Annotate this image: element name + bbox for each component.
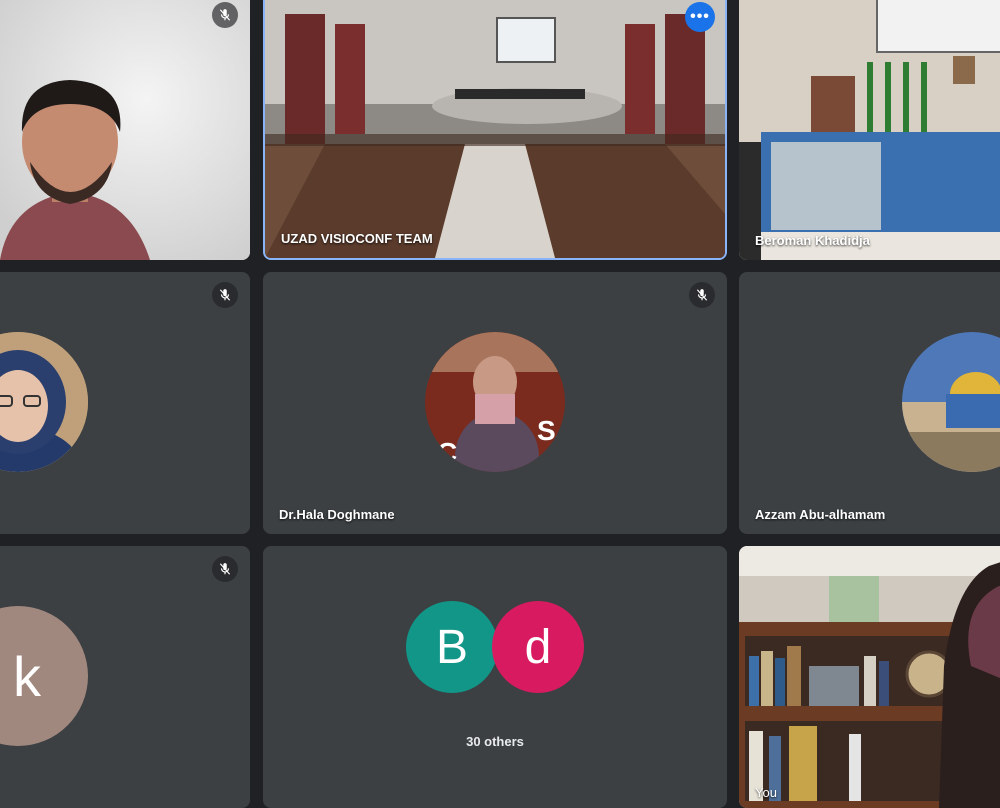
participant-name: You — [755, 785, 777, 800]
participant-tile-4[interactable] — [0, 272, 250, 534]
participant-name: Dr.Hala Doghmane — [279, 507, 395, 522]
avatar — [0, 332, 88, 472]
svg-text:S: S — [537, 415, 556, 446]
participant-video-1 — [0, 0, 250, 260]
participant-name: UZAD VISIOCONF TEAM — [281, 231, 433, 246]
others-count-label: 30 others — [466, 734, 524, 749]
avatar-others-d: d — [492, 601, 584, 693]
self-view-tile[interactable]: You — [739, 546, 1000, 808]
mic-off-icon — [212, 282, 238, 308]
participant-tile-2[interactable]: ••• UZAD VISIOCONF TEAM — [263, 0, 727, 260]
mic-off-icon — [212, 556, 238, 582]
participant-name: Beroman Khadidja — [755, 233, 870, 248]
avatar-initial: d — [524, 620, 552, 674]
avatar-initial: k — [13, 644, 41, 708]
participant-tile-1[interactable] — [0, 0, 250, 260]
participant-video-3 — [739, 0, 1000, 260]
more-options-icon[interactable]: ••• — [685, 2, 715, 32]
participant-tile-3[interactable]: Beroman Khadidja — [739, 0, 1000, 260]
participant-tile-6[interactable]: Azzam Abu-alhamam — [739, 272, 1000, 534]
mic-off-icon — [689, 282, 715, 308]
mic-off-icon — [212, 2, 238, 28]
svg-text:C: C — [437, 437, 457, 468]
participant-video-2 — [265, 0, 725, 258]
avatar-initial: B — [435, 620, 468, 674]
participant-video-self — [739, 546, 1000, 808]
avatar: C S — [425, 332, 565, 472]
participant-name: Azzam Abu-alhamam — [755, 507, 886, 522]
participant-tile-5[interactable]: C S Dr.Hala Doghmane — [263, 272, 727, 534]
avatar: k — [0, 606, 88, 746]
avatar — [902, 332, 1000, 472]
others-tile[interactable]: B d 30 others — [263, 546, 727, 808]
avatar-others-b: B — [406, 601, 498, 693]
participant-tile-7[interactable]: k — [0, 546, 250, 808]
